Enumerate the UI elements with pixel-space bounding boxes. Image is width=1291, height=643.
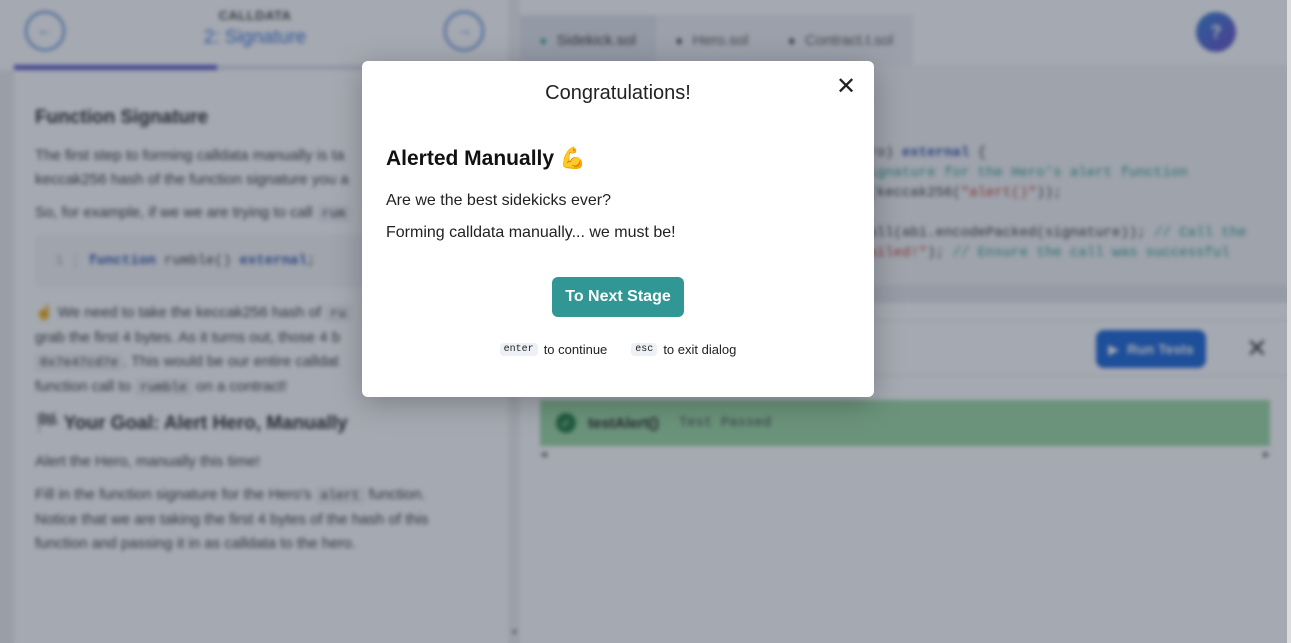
dialog-heading-text: Alerted Manually (386, 147, 555, 170)
dialog-line: Are we the best sidekicks ever? (386, 192, 611, 209)
dialog-title: Congratulations! (545, 82, 691, 104)
congratulations-dialog: Congratulations! ✕ Alerted Manually 💪 Ar… (362, 61, 874, 397)
flexed-biceps-icon: 💪 (559, 147, 587, 170)
enter-key: enter (499, 343, 538, 356)
dialog-line: Forming calldata manually... we must be! (386, 224, 676, 241)
enter-hint: enter to continue (499, 342, 608, 357)
to-next-stage-button[interactable]: To Next Stage (552, 277, 684, 317)
hint-text: to continue (543, 342, 608, 357)
close-icon[interactable]: ✕ (836, 75, 856, 99)
esc-key: esc (631, 343, 658, 356)
dialog-heading: Alerted Manually 💪 (386, 147, 586, 171)
window-scrollbar[interactable] (1287, 0, 1291, 643)
hint-text: to exit dialog (663, 342, 737, 357)
keyboard-hints: enter to continue esc to exit dialog (362, 342, 874, 357)
esc-hint: esc to exit dialog (631, 342, 736, 357)
